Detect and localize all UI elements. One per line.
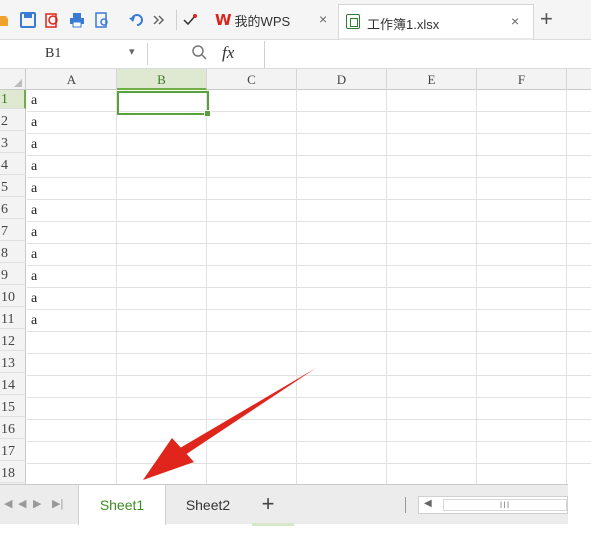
- scroll-thumb[interactable]: III: [443, 499, 567, 511]
- tab-my-wps-label: 我的WPS: [234, 13, 291, 29]
- wps-logo-icon: W: [215, 11, 232, 29]
- grid-line: [27, 441, 591, 442]
- quick-access-toolbar: W 我的WPS × 工作簿1.xlsx × +: [0, 0, 591, 40]
- name-box[interactable]: B1 ▾: [0, 43, 148, 65]
- cell-a8[interactable]: a: [31, 245, 37, 264]
- tab-workbook-label: 工作簿1.xlsx: [367, 17, 440, 32]
- row-header-18[interactable]: 18: [0, 464, 26, 483]
- cell-a7[interactable]: a: [31, 223, 37, 242]
- scrollbar-splitter[interactable]: [405, 497, 406, 513]
- formula-input[interactable]: [264, 41, 591, 68]
- grid-line: [27, 463, 591, 464]
- scroll-left-icon[interactable]: ◀: [424, 498, 432, 509]
- active-cell-b1[interactable]: [117, 91, 211, 117]
- cell-area[interactable]: a a a a a a a a a a a: [27, 90, 591, 484]
- row-header-8[interactable]: 8: [0, 244, 26, 263]
- sheet-tab-sheet2[interactable]: Sheet2: [166, 485, 250, 525]
- column-header-f[interactable]: F: [477, 69, 567, 90]
- grid-line: [27, 199, 591, 200]
- row-header-9[interactable]: 9: [0, 266, 26, 285]
- toolbar-separator: [176, 10, 177, 30]
- grid-line: [27, 155, 591, 156]
- row-header-1[interactable]: 1: [0, 90, 26, 109]
- customize-icon[interactable]: [182, 11, 198, 29]
- horizontal-scrollbar[interactable]: ◀ III: [418, 496, 568, 514]
- row-header-15[interactable]: 15: [0, 398, 26, 417]
- tab-workbook-close-button[interactable]: ×: [511, 13, 519, 29]
- row-header-5[interactable]: 5: [0, 178, 26, 197]
- grid-line: [27, 309, 591, 310]
- insert-function-button[interactable]: fx: [222, 43, 234, 63]
- cell-a4[interactable]: a: [31, 157, 37, 176]
- more-icon[interactable]: [152, 11, 166, 29]
- row-header-6[interactable]: 6: [0, 200, 26, 219]
- grid-line: [27, 265, 591, 266]
- prev-sheet-button[interactable]: ◀: [18, 497, 26, 510]
- last-sheet-button[interactable]: ▶|: [52, 497, 63, 510]
- add-sheet-button[interactable]: +: [256, 485, 280, 525]
- row-header-11[interactable]: 11: [0, 310, 26, 329]
- row-header-12[interactable]: 12: [0, 332, 26, 351]
- add-sheet-highlight: [252, 523, 294, 526]
- column-header-a[interactable]: A: [27, 69, 117, 90]
- select-all-corner[interactable]: [0, 69, 26, 90]
- sheet-tab-strip: ◀ ◀ ▶ ▶| Sheet1 Sheet2 + ◀ III: [0, 484, 568, 526]
- column-header-b[interactable]: B: [117, 69, 207, 90]
- grid-line: [27, 287, 591, 288]
- new-tab-button[interactable]: +: [540, 6, 553, 32]
- grid-line: [27, 133, 591, 134]
- grid-line: [27, 243, 591, 244]
- tab-my-wps[interactable]: W 我的WPS: [215, 5, 290, 35]
- formula-bar: B1 ▾ fx: [0, 40, 591, 69]
- column-header-e[interactable]: E: [387, 69, 477, 90]
- grid-line: [27, 353, 591, 354]
- cell-a2[interactable]: a: [31, 113, 37, 132]
- spreadsheet-grid[interactable]: A B C D E F 1 2 3 4 5 6 7 8 9 10 11 12 1…: [0, 69, 591, 484]
- name-box-dropdown-icon[interactable]: ▾: [129, 45, 135, 58]
- row-header-13[interactable]: 13: [0, 354, 26, 373]
- save-icon[interactable]: [19, 11, 37, 29]
- print-preview-icon[interactable]: [93, 11, 111, 29]
- grid-line: [27, 177, 591, 178]
- grid-line: [27, 419, 591, 420]
- grid-line: [27, 375, 591, 376]
- row-header-4[interactable]: 4: [0, 156, 26, 175]
- folder-icon[interactable]: [0, 11, 8, 29]
- row-header-16[interactable]: 16: [0, 420, 26, 439]
- cell-a9[interactable]: a: [31, 267, 37, 286]
- tab-workbook[interactable]: 工作簿1.xlsx ×: [338, 4, 534, 40]
- column-header-row: A B C D E F: [0, 69, 591, 90]
- column-header-c[interactable]: C: [207, 69, 297, 90]
- cell-a10[interactable]: a: [31, 289, 37, 308]
- name-box-value: B1: [45, 46, 62, 61]
- spreadsheet-file-icon: [346, 14, 360, 29]
- export-pdf-icon[interactable]: [43, 11, 61, 29]
- grid-line: [27, 221, 591, 222]
- cell-a3[interactable]: a: [31, 135, 37, 154]
- sheet-tab-sheet1[interactable]: Sheet1: [78, 485, 166, 525]
- grid-line: [27, 111, 591, 112]
- cell-a5[interactable]: a: [31, 179, 37, 198]
- grid-line: [27, 331, 591, 332]
- zoom-search-icon[interactable]: [191, 44, 207, 63]
- column-header-d[interactable]: D: [297, 69, 387, 90]
- row-header-10[interactable]: 10: [0, 288, 26, 307]
- cell-a1[interactable]: a: [31, 91, 37, 110]
- undo-icon[interactable]: [129, 11, 145, 29]
- cell-a11[interactable]: a: [31, 311, 37, 330]
- first-sheet-button[interactable]: ◀: [4, 497, 12, 510]
- sheet-tab-bar: ◀ ◀ ▶ ▶| Sheet1 Sheet2 + ◀ III: [0, 484, 591, 533]
- row-header-7[interactable]: 7: [0, 222, 26, 241]
- row-header-17[interactable]: 17: [0, 442, 26, 461]
- cell-a6[interactable]: a: [31, 201, 37, 220]
- row-header-3[interactable]: 3: [0, 134, 26, 153]
- next-sheet-button[interactable]: ▶: [33, 497, 41, 510]
- row-header-column: 1 2 3 4 5 6 7 8 9 10 11 12 13 14 15 16 1…: [0, 90, 26, 484]
- print-icon[interactable]: [68, 11, 86, 29]
- grid-line: [27, 397, 591, 398]
- row-header-14[interactable]: 14: [0, 376, 26, 395]
- tab-my-wps-close-button[interactable]: ×: [319, 11, 327, 27]
- row-header-2[interactable]: 2: [0, 112, 26, 131]
